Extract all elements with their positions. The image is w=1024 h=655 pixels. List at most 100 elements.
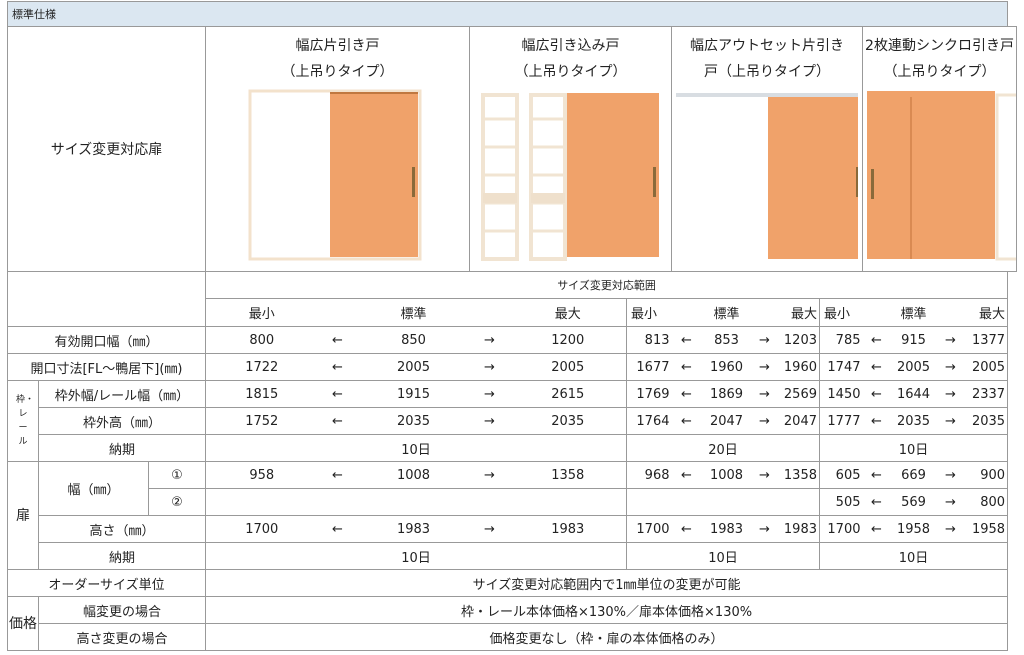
frame-lead-12: 10日 (205, 434, 627, 462)
product-4: 2枚連動シンクロ引き戸 （上吊りタイプ） (862, 26, 1017, 272)
arrow-left: ← (671, 407, 702, 435)
label-door-width: 幅（㎜） (38, 461, 149, 516)
product-title-2a: 幅広引き込み戸 (521, 38, 620, 54)
value-cell: 569 (890, 488, 937, 516)
col-min-4: 最小 (819, 298, 863, 327)
arrow-left: ← (317, 326, 358, 354)
value-cell: 800 (964, 488, 1009, 516)
arrow-left: ← (671, 326, 702, 354)
value-cell: 1815 (205, 380, 318, 408)
value-cell: 1958 (890, 515, 937, 543)
value-cell: 2005 (357, 353, 470, 381)
arrow-left: ← (671, 353, 702, 381)
value-cell: 800 (205, 326, 318, 354)
value-cell: 1677 (626, 353, 672, 381)
section-title: 標準仕様 (6, 1, 1009, 27)
arrow-left: ← (862, 488, 891, 516)
col-min-1: 最小 (205, 298, 318, 327)
value-cell: 1960 (777, 353, 820, 381)
label-frame-group: 枠・レール (7, 380, 39, 462)
col-std-3: 標準 (701, 298, 752, 327)
door-image-2 (480, 93, 659, 261)
blank (936, 298, 965, 327)
arrow-right: → (751, 380, 778, 408)
value-cell: 2035 (357, 407, 470, 435)
product-title-1b: （上吊りタイプ） (281, 64, 394, 80)
arrow-left: ← (671, 515, 702, 543)
door-lead-12: 10日 (205, 542, 627, 570)
arrow-left: ← (862, 353, 891, 381)
product-3: 幅広アウトセット片引き 戸（上吊りタイプ） (671, 26, 863, 272)
value-cell: 1983 (777, 515, 820, 543)
order-unit-text: サイズ変更対応範囲内で1㎜単位の変更が可能 (204, 569, 1009, 597)
arrow-left: ← (862, 326, 891, 354)
value-cell: 1983 (701, 515, 752, 543)
arrow-right: → (936, 353, 965, 381)
arrow-right: → (469, 380, 510, 408)
product-title-3b: 戸（上吊りタイプ） (704, 64, 830, 80)
value-cell: 605 (819, 461, 863, 489)
range-header: サイズ変更対応範囲 (204, 271, 1009, 299)
arrow-left: ← (671, 461, 702, 489)
value-cell: 1958 (964, 515, 1009, 543)
arrow-left: ← (317, 353, 358, 381)
value-cell: 1983 (509, 515, 627, 543)
arrow-left: ← (671, 380, 702, 408)
value-cell: 1203 (777, 326, 820, 354)
door-lead-4: 10日 (818, 542, 1009, 570)
label-opening: 開口寸法[FL～鴨居下](㎜) (7, 353, 206, 381)
arrow-right: → (469, 326, 510, 354)
blank (862, 298, 891, 327)
arrow-right: → (751, 515, 778, 543)
value-cell: 915 (890, 326, 937, 354)
arrow-left: ← (317, 380, 358, 408)
value-cell: 968 (626, 461, 672, 489)
value-cell: 1450 (819, 380, 863, 408)
arrow-left: ← (862, 407, 891, 435)
blank (469, 298, 510, 327)
height-change-text: 価格変更なし（枠・扉の本体価格のみ） (204, 623, 1009, 651)
value-cell: 2337 (964, 380, 1009, 408)
label-height-change: 高さ変更の場合 (38, 623, 206, 651)
value-cell: 1764 (626, 407, 672, 435)
label-price-group: 価格 (7, 596, 39, 651)
value-cell: 1700 (626, 515, 672, 543)
product-2: 幅広引き込み戸 （上吊りタイプ） (469, 26, 672, 272)
arrow-left: ← (317, 461, 358, 489)
value-cell: 813 (626, 326, 672, 354)
blank-header-cell (7, 271, 206, 327)
value-cell: 2615 (509, 380, 627, 408)
arrow-right: → (751, 353, 778, 381)
col-std-1: 標準 (357, 298, 470, 327)
product-title-4b: （上吊りタイプ） (883, 64, 996, 80)
value-cell: 2035 (964, 407, 1009, 435)
door-image-1 (248, 89, 421, 261)
arrow-right: → (751, 407, 778, 435)
arrow-right: → (936, 407, 965, 435)
label-frame-height: 枠外高（㎜） (38, 407, 206, 435)
arrow-right: → (936, 380, 965, 408)
col-std-4: 標準 (890, 298, 937, 327)
col-max-1: 最大 (509, 298, 627, 327)
value-cell: 853 (701, 326, 752, 354)
arrow-right: → (936, 488, 965, 516)
value-cell: 1915 (357, 380, 470, 408)
value-cell: 1960 (701, 353, 752, 381)
label-width-change: 幅変更の場合 (38, 596, 206, 624)
label-frame-lead: 納期 (38, 434, 206, 462)
value-cell: 1700 (819, 515, 863, 543)
value-cell: 2047 (777, 407, 820, 435)
value-cell: 2005 (509, 353, 627, 381)
value-cell: 1700 (205, 515, 318, 543)
value-cell: 1358 (509, 461, 627, 489)
value-cell: 2005 (890, 353, 937, 381)
value-cell: 1008 (357, 461, 470, 489)
col-max-3: 最大 (777, 298, 820, 327)
product-1: 幅広片引き戸 （上吊りタイプ） (205, 26, 470, 272)
arrow-right: → (751, 461, 778, 489)
row-label-doors: サイズ変更対応扉 (7, 26, 206, 272)
door-image-4 (867, 91, 1016, 261)
product-title-2b: （上吊りタイプ） (514, 64, 627, 80)
value-cell: 1983 (357, 515, 470, 543)
width-change-text: 枠・レール本体価格×130%／扉本体価格×130% (204, 596, 1009, 624)
